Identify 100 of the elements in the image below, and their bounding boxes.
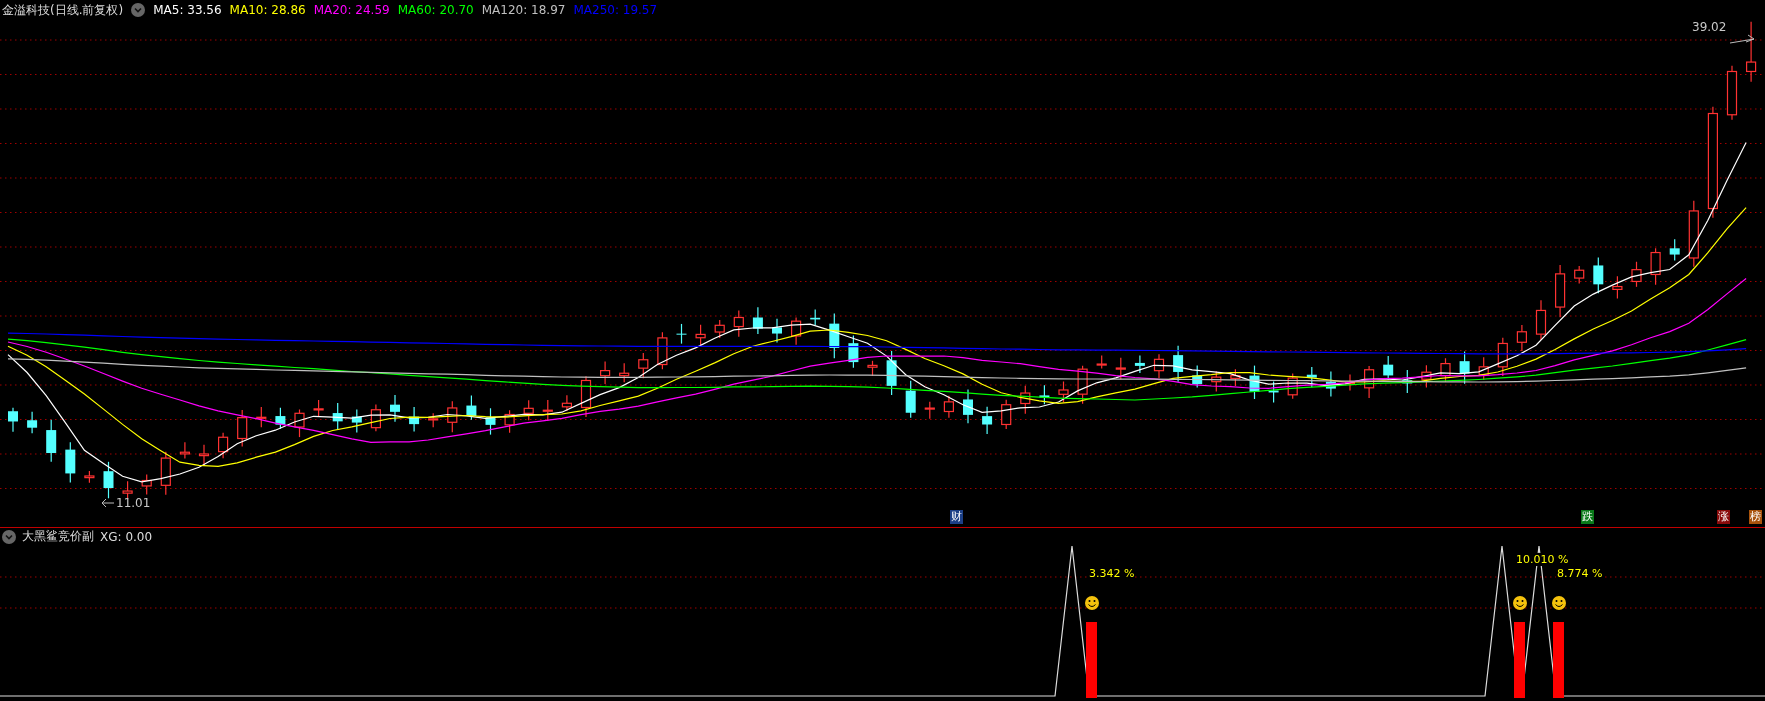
candlestick xyxy=(198,444,210,467)
candlestick xyxy=(65,441,76,484)
candlestick xyxy=(409,406,420,433)
candlestick xyxy=(1669,238,1680,262)
candlestick xyxy=(1230,368,1241,387)
candlestick xyxy=(924,401,935,420)
candlestick xyxy=(1020,385,1031,415)
candlestick xyxy=(1153,353,1165,379)
candlestick xyxy=(1096,354,1107,369)
candlestick xyxy=(370,403,381,432)
candlestick xyxy=(752,306,763,335)
smiley-icon xyxy=(1552,596,1566,610)
candlestick xyxy=(504,409,515,434)
candlestick xyxy=(676,323,687,345)
candlestick xyxy=(542,399,553,422)
candlestick xyxy=(237,409,248,448)
candlestick xyxy=(1058,380,1069,403)
candlestick xyxy=(1726,65,1738,121)
candlestick xyxy=(160,451,171,496)
candlestick xyxy=(275,407,286,430)
ma-value-label: MA20: 24.59 xyxy=(313,3,390,17)
candlestick xyxy=(905,380,916,419)
candlestick xyxy=(1746,21,1757,83)
stock-title: 金溢科技(日线.前复权) xyxy=(2,1,124,19)
candlestick xyxy=(256,406,267,428)
candlestick xyxy=(772,318,782,344)
event-marker[interactable]: 跌 xyxy=(1581,510,1594,524)
candlestick xyxy=(332,402,343,430)
candlestick xyxy=(848,334,859,369)
candlestick xyxy=(46,419,57,463)
candlestick xyxy=(351,408,362,433)
arrow-icon xyxy=(101,498,115,508)
candlestick xyxy=(390,394,400,423)
candlestick xyxy=(179,441,190,460)
high-price-label: 39.02 xyxy=(1692,20,1727,34)
event-marker[interactable]: 涨 xyxy=(1717,510,1730,524)
candlestick xyxy=(1478,356,1489,381)
candlestick xyxy=(867,360,878,377)
candlestick xyxy=(1077,365,1088,405)
candlestick xyxy=(982,406,993,435)
candlestick xyxy=(27,411,38,434)
candlestick xyxy=(1650,247,1661,286)
candlestick xyxy=(313,399,324,418)
candlestick xyxy=(695,324,706,347)
candlestick xyxy=(1364,365,1375,399)
candlestick xyxy=(1555,264,1566,318)
candlestick xyxy=(600,361,611,385)
signal-percent-label: 10.010 % xyxy=(1515,553,1570,566)
candlestick xyxy=(791,316,802,346)
candlestick xyxy=(218,432,229,459)
candlestick xyxy=(1612,275,1623,299)
ma-value-label: MA250: 19.57 xyxy=(573,3,658,17)
candlestick xyxy=(1535,299,1547,341)
candlestick xyxy=(122,480,133,500)
candlestick xyxy=(447,400,458,433)
candlestick xyxy=(1192,364,1203,389)
candlestick xyxy=(141,473,152,496)
smiley-icon xyxy=(1085,596,1099,610)
candlestick xyxy=(1039,384,1050,405)
indicator-value: XG: 0.00 xyxy=(100,529,153,544)
candlestick xyxy=(8,407,18,433)
candlestick xyxy=(1173,345,1184,383)
arrow-icon xyxy=(1729,34,1755,44)
candlestick xyxy=(1516,324,1527,352)
candlestick xyxy=(963,389,973,424)
ma-value-label: MA120: 18.97 xyxy=(481,3,566,17)
candlestick xyxy=(886,350,897,396)
candlestick xyxy=(523,399,534,421)
candlestick xyxy=(1325,370,1336,398)
candlestick xyxy=(1497,337,1508,377)
candlestick xyxy=(829,312,840,359)
candlestick xyxy=(1383,355,1394,381)
candlestick xyxy=(1631,261,1642,288)
candlestick xyxy=(714,319,725,339)
event-marker[interactable]: 榜 xyxy=(1749,510,1762,524)
candlestick xyxy=(1593,256,1604,294)
candlestick xyxy=(1421,364,1432,389)
collapse-icon[interactable] xyxy=(131,3,146,17)
candlestick xyxy=(1402,369,1413,394)
candlestick xyxy=(810,308,821,326)
candlestick xyxy=(84,470,95,484)
candlestick xyxy=(103,461,114,499)
candlestick xyxy=(1115,357,1126,380)
candlestick xyxy=(485,407,496,436)
candlestick xyxy=(657,331,668,370)
candlestick xyxy=(428,412,439,428)
ma-value-label: MA5: 33.56 xyxy=(153,3,222,17)
candlestick xyxy=(1440,357,1451,383)
candlestick xyxy=(561,394,572,412)
candlestick xyxy=(733,309,744,338)
candlestick xyxy=(1574,265,1585,285)
smiley-icon xyxy=(1513,596,1527,610)
signal-percent-label: 3.342 % xyxy=(1088,567,1136,580)
candlestick xyxy=(1001,399,1012,430)
candlestick xyxy=(580,375,592,418)
low-price-label: 11.01 xyxy=(116,496,151,510)
collapse-icon[interactable] xyxy=(2,529,16,544)
candlestick xyxy=(1134,355,1145,374)
candlestick xyxy=(943,395,954,419)
event-marker[interactable]: 财 xyxy=(950,510,963,524)
